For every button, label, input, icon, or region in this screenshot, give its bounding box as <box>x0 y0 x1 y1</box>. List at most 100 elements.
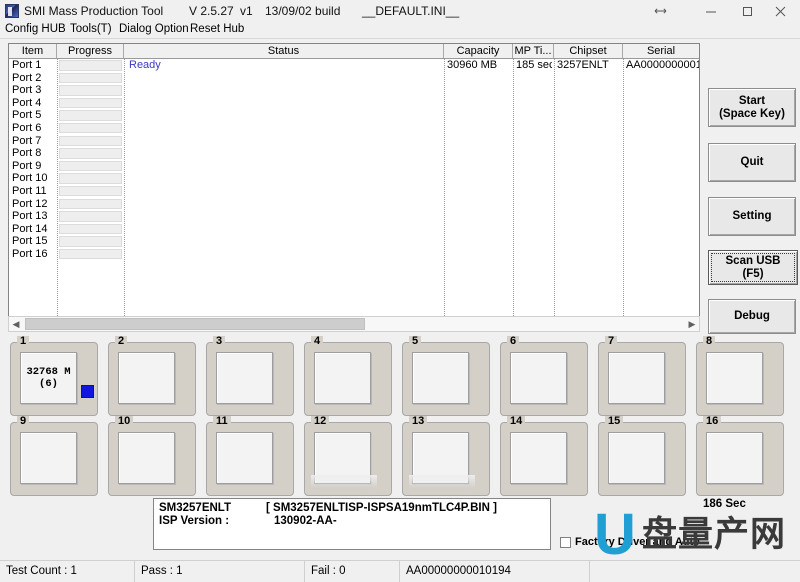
port-tile[interactable]: 6 <box>500 342 588 416</box>
port-tile[interactable]: 5 <box>402 342 490 416</box>
port-tile[interactable]: 15 <box>598 422 686 496</box>
port-tile[interactable]: 2 <box>108 342 196 416</box>
watermark-chinese-text: 盘量产网 <box>642 516 786 554</box>
close-icon[interactable] <box>760 0 800 22</box>
cell-serial <box>626 160 699 173</box>
scrollbar-thumb[interactable] <box>25 318 365 330</box>
table-row[interactable]: Port 11 <box>9 185 699 198</box>
column-header-chipset[interactable]: Chipset <box>554 44 623 58</box>
setting-button[interactable]: Setting <box>708 197 796 236</box>
cell-capacity <box>447 198 511 211</box>
port-tile[interactable]: 14 <box>500 422 588 496</box>
checkbox-box[interactable] <box>560 537 571 548</box>
port-tile-number: 13 <box>409 416 427 427</box>
cell-progress <box>59 73 122 84</box>
cell-progress <box>59 236 122 247</box>
table-row[interactable]: Port 13 <box>9 210 699 223</box>
port-tile[interactable]: 13 <box>402 422 490 496</box>
table-row[interactable]: Port 15 <box>9 235 699 248</box>
application-window: SMI Mass Production Tool V 2.5.27 v1 13/… <box>0 0 800 582</box>
status-serial: AA00000000010194 <box>400 561 590 582</box>
port-tile-number: 2 <box>115 336 127 347</box>
port-tile[interactable]: 3 <box>206 342 294 416</box>
cell-chipset <box>557 72 621 85</box>
column-header-serial[interactable]: Serial <box>623 44 699 58</box>
cell-mp-time <box>516 84 552 97</box>
cell-serial <box>626 72 699 85</box>
scan-usb-button[interactable]: Scan USB (F5) <box>708 250 798 285</box>
cell-mp-time <box>516 109 552 122</box>
start-button[interactable]: Start (Space Key) <box>708 88 796 127</box>
cell-serial <box>626 135 699 148</box>
status-extra <box>590 561 800 582</box>
cell-item: Port 5 <box>12 109 41 122</box>
cell-capacity <box>447 135 511 148</box>
table-row[interactable]: Port 10 <box>9 172 699 185</box>
cell-progress <box>59 186 122 197</box>
port-tile[interactable]: 7 <box>598 342 686 416</box>
menu-dialog-option[interactable]: Dialog Option <box>119 23 189 35</box>
factory-driver-checkbox[interactable]: Factory Driver and Auto <box>560 536 700 548</box>
table-row[interactable]: Port 2 <box>9 72 699 85</box>
port-tile-display <box>608 352 665 404</box>
cell-capacity <box>447 235 511 248</box>
cell-mp-time <box>516 147 552 160</box>
table-row[interactable]: Port 1Ready30960 MB185 sec3257ENLTAA0000… <box>9 59 699 72</box>
table-row[interactable]: Port 8 <box>9 147 699 160</box>
table-row[interactable]: Port 16 <box>9 248 699 261</box>
column-header-mp-time[interactable]: MP Ti... <box>513 44 554 58</box>
table-row[interactable]: Port 7 <box>9 135 699 148</box>
port-tile[interactable]: 16 <box>696 422 784 496</box>
title-bar: SMI Mass Production Tool V 2.5.27 v1 13/… <box>0 0 800 22</box>
cell-mp-time <box>516 223 552 236</box>
column-header-progress[interactable]: Progress <box>57 44 124 58</box>
chevron-right-icon[interactable]: ▶ <box>685 317 699 331</box>
cell-item: Port 3 <box>12 84 41 97</box>
resize-icon[interactable] <box>640 0 680 22</box>
cell-chipset <box>557 235 621 248</box>
port-tile[interactable]: 8 <box>696 342 784 416</box>
port-tile-display <box>412 432 469 484</box>
cell-capacity <box>447 248 511 261</box>
port-tile[interactable]: 12 <box>304 422 392 496</box>
port-tile[interactable]: 10 <box>108 422 196 496</box>
chevron-left-icon[interactable]: ◀ <box>9 317 23 331</box>
table-row[interactable]: Port 4 <box>9 97 699 110</box>
column-header-status[interactable]: Status <box>124 44 444 58</box>
cell-status: Ready <box>129 59 161 72</box>
table-row[interactable]: Port 5 <box>9 109 699 122</box>
menu-reset-hub[interactable]: Reset Hub <box>190 23 244 35</box>
port-list-panel: Item Progress Status Capacity MP Ti... C… <box>8 43 700 332</box>
smi-app-icon <box>5 4 19 18</box>
cell-item: Port 6 <box>12 122 41 135</box>
column-header-capacity[interactable]: Capacity <box>444 44 513 58</box>
horizontal-scrollbar[interactable]: ◀ ▶ <box>8 316 700 332</box>
cell-capacity <box>447 160 511 173</box>
cell-progress <box>59 211 122 222</box>
debug-button[interactable]: Debug <box>708 299 796 334</box>
table-row[interactable]: Port 6 <box>9 122 699 135</box>
cell-serial <box>626 122 699 135</box>
app-variant: v1 <box>240 4 253 18</box>
cell-chipset <box>557 198 621 211</box>
elapsed-seconds-label: 186 Sec <box>703 498 746 510</box>
table-row[interactable]: Port 3 <box>9 84 699 97</box>
menu-tools[interactable]: Tools(T) <box>70 23 112 35</box>
port-tile[interactable]: 4 <box>304 342 392 416</box>
quit-button[interactable]: Quit <box>708 143 796 182</box>
cell-mp-time <box>516 160 552 173</box>
cell-chipset: 3257ENLT <box>557 59 621 72</box>
info-isp-label: ISP Version : <box>159 515 229 527</box>
port-tile-display <box>216 432 273 484</box>
port-tile[interactable]: 132768 M(6) <box>10 342 98 416</box>
port-tile[interactable]: 9 <box>10 422 98 496</box>
table-row[interactable]: Port 12 <box>9 198 699 211</box>
cell-serial <box>626 248 699 261</box>
cell-mp-time <box>516 198 552 211</box>
table-row[interactable]: Port 9 <box>9 160 699 173</box>
table-row[interactable]: Port 14 <box>9 223 699 236</box>
info-bin-file: [ SM3257ENLTISP-ISPSA19nmTLC4P.BIN ] <box>266 502 497 514</box>
port-tile[interactable]: 11 <box>206 422 294 496</box>
menu-config-hub[interactable]: Config HUB <box>5 23 66 35</box>
column-header-item[interactable]: Item <box>9 44 57 58</box>
